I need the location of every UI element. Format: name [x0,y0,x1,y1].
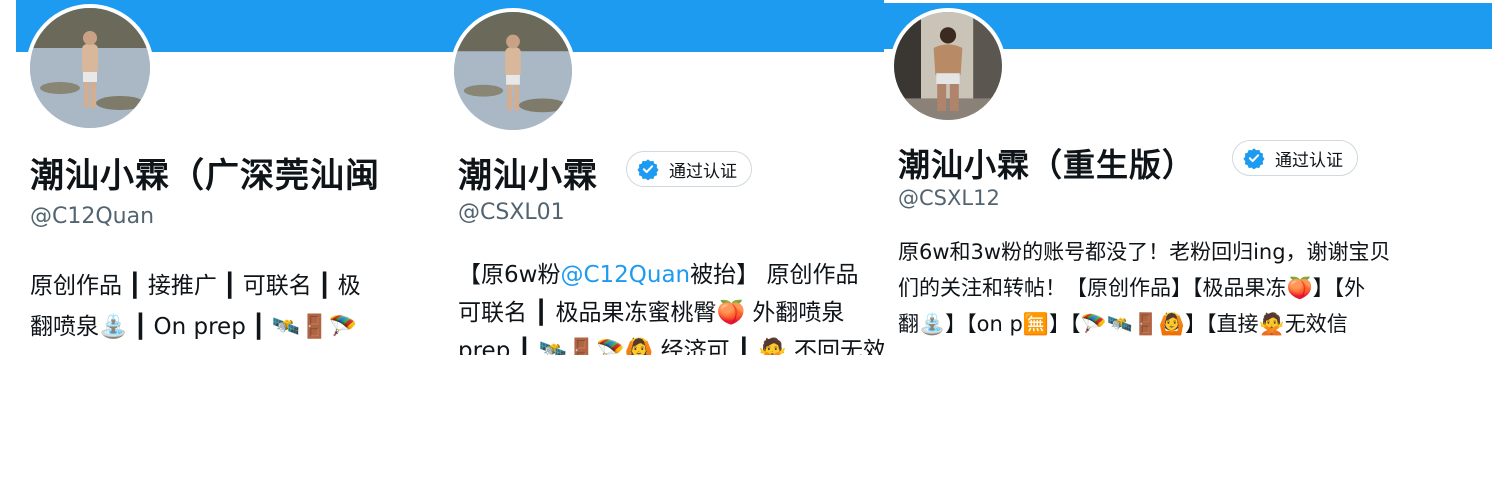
bio: 原6w和3w粉的账号都没了！老粉回归ing，谢谢宝贝 们的关注和转帖！【原创作品… [898,234,1391,342]
display-name: 潮汕小霖（重生版） [898,146,1196,184]
profile-card-1: 潮汕小霖（广深莞汕闽 @C12Quan 原创作品 ┃ 接推广 ┃ 可联名 ┃ 极 翻喷泉⛲ ┃… [16,0,446,345]
bio: 【原6w粉@C12Quan被抬】 原创作品 可联名 ┃ 极品果冻蜜桃臀🍑 外翻喷… [458,256,884,355]
avatar[interactable] [26,4,154,132]
separator: ┃ [251,314,266,340]
handle: @CSXL12 [898,186,1000,210]
bio-line-1: 原6w和3w粉的账号都没了！老粉回归ing，谢谢宝贝 [898,240,1391,264]
mention-link[interactable]: @C12Quan [560,262,690,288]
bio-line-1: 【原6w粉@C12Quan被抬】 原创作品 [458,262,859,288]
bio-line-2: 们的关注和转帖！【原创作品】【极品果冻🍑】【外 [898,276,1366,300]
separator: ┃ [317,273,332,299]
separator: ┃ [222,273,237,299]
verified-label: 通过认证 [669,161,737,182]
verified-check-icon [637,159,659,180]
avatar-photo [894,12,1002,120]
verified-badge[interactable]: 通过认证 [626,151,752,187]
bio-line-2: 翻喷泉⛲ ┃ On prep ┃ 🛰️🚪🪂 [30,314,358,340]
verified-label: 通过认证 [1275,150,1343,171]
display-name: 潮汕小霖 [458,156,598,196]
display-name: 潮汕小霖（广深莞汕闽 [30,156,380,196]
bio-line-2: 可联名 ┃ 极品果冻蜜桃臀🍑 外翻喷泉 [458,300,845,326]
verified-check-icon [1243,148,1265,169]
bio-line-3: 翻⛲】【on p🈚】【🪂🛰️🚪🙆】【直接🙅无效信 [898,312,1348,336]
profile-card-3: 潮汕小霖（重生版） 通过认证 @CSXL12 原6w和3w粉的账号都没了！老粉回… [884,0,1492,348]
avatar-photo [30,8,150,128]
bio-line-3: prep ┃ 🛰️🚪🪂🙆 经济可 ┃ 🙅 不回无效信息 ┃ 完 [458,338,884,355]
separator: ┃ [133,314,148,340]
avatar[interactable] [450,8,576,134]
verified-badge[interactable]: 通过认证 [1232,140,1358,176]
bio-line-1: 原创作品 ┃ 接推广 ┃ 可联名 ┃ 极 [30,273,361,299]
separator: ┃ [128,273,142,299]
handle: @CSXL01 [458,200,565,225]
avatar-photo [454,12,572,130]
avatar[interactable] [890,8,1006,124]
handle: @C12Quan [30,204,155,229]
bio: 原创作品 ┃ 接推广 ┃ 可联名 ┃ 极 翻喷泉⛲ ┃ On prep ┃ 🛰️🚪🪂 [30,266,361,345]
profile-card-2: 潮汕小霖 通过认证 @CSXL01 【原6w粉@C12Quan被抬】 原创作品 … [446,0,884,355]
